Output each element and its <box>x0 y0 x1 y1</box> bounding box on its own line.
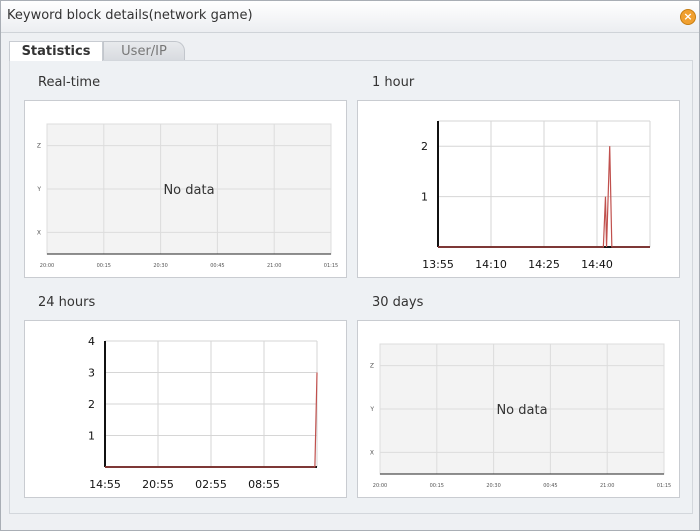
statistics-panel: Real-time 1 hour 24 hours 30 days Z Y X 20:… <box>9 60 693 514</box>
realtime-chart-svg: Z Y X 20:00 00:15 20:30 00:45 21:00 01:15 No data <box>36 123 338 269</box>
realtime-x-tick-label: 00:45 <box>210 263 224 269</box>
close-icon[interactable]: × <box>680 9 696 25</box>
day-label: 24 hours <box>38 295 96 310</box>
day-y-tick-label: 1 <box>88 430 95 443</box>
tab-statistics[interactable]: Statistics <box>9 41 103 61</box>
month-y-tick-label: X <box>370 449 374 456</box>
tab-user-ip[interactable]: User/IP <box>103 41 185 61</box>
keyword-block-dialog: Keyword block details(network game) × St… <box>0 0 700 531</box>
month-x-tick-label: 20:30 <box>486 483 500 489</box>
realtime-x-tick-label: 20:30 <box>153 263 167 269</box>
month-x-tick-label: 00:45 <box>543 483 557 489</box>
day-chart: 1 2 3 4 14:55 20:55 02:55 08:55 <box>24 320 347 498</box>
day-x-tick-label: 14:55 <box>89 478 121 491</box>
month-chart: Z Y X 20:00 00:15 20:30 00:45 21:00 01:15 No data <box>357 320 680 498</box>
hour-x-tick-label: 14:25 <box>528 258 560 271</box>
hour-chart-svg: 1 2 13:55 14:10 14:25 14:40 <box>421 120 651 271</box>
realtime-y-tick-label: Z <box>37 143 41 150</box>
hour-x-tick-label: 14:10 <box>475 258 507 271</box>
month-no-data-text: No data <box>496 403 547 418</box>
hour-x-tick-label: 13:55 <box>422 258 454 271</box>
hour-y-tick-label: 2 <box>421 140 428 153</box>
dialog-titlebar[interactable]: Keyword block details(network game) × <box>1 1 699 33</box>
realtime-x-tick-label: 00:15 <box>97 263 111 269</box>
realtime-chart: Z Y X 20:00 00:15 20:30 00:45 21:00 01:15 No data <box>24 100 347 278</box>
realtime-y-tick-label: Y <box>36 186 41 193</box>
day-chart-svg: 1 2 3 4 14:55 20:55 02:55 08:55 <box>88 335 318 491</box>
month-x-tick-label: 01:15 <box>657 483 671 489</box>
month-y-tick-label: Z <box>370 363 374 370</box>
realtime-x-tick-label: 20:00 <box>40 263 54 269</box>
day-y-tick-label: 2 <box>88 398 95 411</box>
hour-y-tick-label: 1 <box>421 191 428 204</box>
month-x-tick-label: 21:00 <box>600 483 614 489</box>
realtime-label: Real-time <box>38 75 101 90</box>
month-label: 30 days <box>372 295 424 310</box>
day-x-tick-label: 20:55 <box>142 478 174 491</box>
month-x-tick-label: 00:15 <box>430 483 444 489</box>
hour-label: 1 hour <box>372 75 415 90</box>
month-y-tick-label: Y <box>369 406 374 413</box>
day-x-tick-label: 08:55 <box>248 478 280 491</box>
hour-chart: 1 2 13:55 14:10 14:25 14:40 <box>357 100 680 278</box>
realtime-x-tick-label: 01:15 <box>324 263 338 269</box>
dialog-title: Keyword block details(network game) <box>7 8 253 23</box>
month-x-tick-label: 20:00 <box>373 483 387 489</box>
realtime-x-tick-label: 21:00 <box>267 263 281 269</box>
day-y-tick-label: 3 <box>88 367 95 380</box>
realtime-y-tick-label: X <box>37 229 41 236</box>
realtime-no-data-text: No data <box>163 183 214 198</box>
hour-x-tick-label: 14:40 <box>581 258 613 271</box>
day-y-tick-label: 4 <box>88 335 95 348</box>
month-chart-svg: Z Y X 20:00 00:15 20:30 00:45 21:00 01:15 No data <box>369 343 671 489</box>
day-x-tick-label: 02:55 <box>195 478 227 491</box>
